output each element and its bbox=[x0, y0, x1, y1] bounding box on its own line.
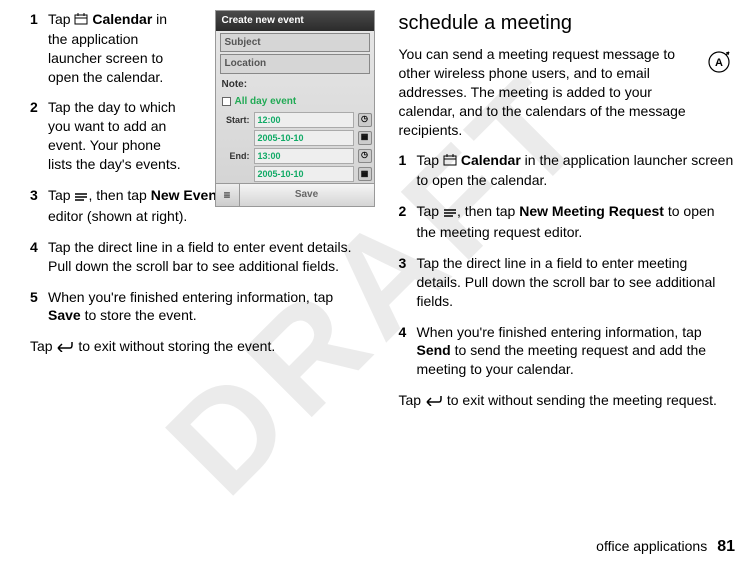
right-exit-note: Tap to exit without sending the meeting … bbox=[399, 391, 736, 411]
step-text: Tap the day to which you want to add an … bbox=[48, 98, 185, 174]
step-number: 5 bbox=[30, 288, 48, 326]
phone-bottom-bar: ≡ Save bbox=[216, 183, 374, 206]
bold-label: Calendar bbox=[92, 11, 152, 27]
left-step-1: 1 Tap Calendar in the application launch… bbox=[30, 10, 185, 86]
left-step-4: 4 Tap the direct line in a field to ente… bbox=[30, 238, 367, 276]
start-label: Start: bbox=[218, 114, 250, 126]
end-date-field[interactable]: 2005-10-10 bbox=[254, 166, 354, 182]
phone-menu-button[interactable]: ≡ bbox=[216, 184, 240, 206]
bold-label: Send bbox=[417, 342, 451, 358]
text-mid: , then tap bbox=[457, 203, 519, 219]
text-pre: Tap bbox=[48, 11, 74, 27]
end-time-field[interactable]: 13:00 bbox=[254, 148, 354, 164]
phone-screenshot: Create new event Subject Location Note: … bbox=[215, 10, 375, 207]
subject-field[interactable]: Subject bbox=[220, 33, 370, 53]
clock-icon[interactable]: ◷ bbox=[358, 113, 372, 127]
feature-badge: A bbox=[707, 50, 731, 74]
menu-icon bbox=[443, 204, 457, 223]
bold-label: Calendar bbox=[461, 152, 521, 168]
badge-letter: A bbox=[715, 57, 723, 69]
step-number: 2 bbox=[30, 98, 48, 174]
left-step-5: 5 When you're finished entering informat… bbox=[30, 288, 367, 326]
left-top-text: 1 Tap Calendar in the application launch… bbox=[30, 10, 185, 174]
note-label: Note: bbox=[216, 76, 374, 94]
left-step-2: 2 Tap the day to which you want to add a… bbox=[30, 98, 185, 174]
step-number: 4 bbox=[30, 238, 48, 276]
start-time-field[interactable]: 12:00 bbox=[254, 112, 354, 128]
calendar-icon[interactable]: ▦ bbox=[358, 167, 372, 181]
phone-titlebar: Create new event bbox=[216, 11, 374, 31]
intro-paragraph: You can send a meeting request message t… bbox=[399, 45, 736, 139]
clock-icon[interactable]: ◷ bbox=[358, 149, 372, 163]
text-pre: Tap bbox=[417, 152, 443, 168]
start-date-field[interactable]: 2005-10-10 bbox=[254, 130, 354, 146]
back-icon bbox=[56, 338, 74, 357]
page-content: 1 Tap Calendar in the application launch… bbox=[0, 0, 755, 423]
save-button[interactable]: Save bbox=[240, 184, 374, 206]
start-time-row: Start: 12:00 ◷ bbox=[216, 111, 374, 129]
right-step-4: 4 When you're finished entering informat… bbox=[399, 323, 736, 380]
step-text: When you're finished entering informatio… bbox=[417, 323, 736, 380]
text-mid: , then tap bbox=[88, 187, 150, 203]
section-heading: schedule a meeting bbox=[399, 10, 736, 37]
step-number: 2 bbox=[399, 202, 417, 242]
text-post: to store the event. bbox=[81, 307, 197, 323]
start-date-row: 2005-10-10 ▦ bbox=[216, 129, 374, 147]
text-pre: When you're finished entering informatio… bbox=[48, 289, 333, 305]
allday-row[interactable]: All day event bbox=[216, 93, 374, 111]
calendar-icon[interactable]: ▦ bbox=[358, 131, 372, 145]
step-number: 3 bbox=[399, 254, 417, 311]
step-text: Tap Calendar in the application launcher… bbox=[417, 151, 736, 190]
text-post: to send the meeting request and add the … bbox=[417, 342, 707, 377]
text-pre: Tap bbox=[417, 203, 443, 219]
right-step-1: 1 Tap Calendar in the application launch… bbox=[399, 151, 736, 190]
location-field[interactable]: Location bbox=[220, 54, 370, 74]
step-text: Tap , then tap New Meeting Request to op… bbox=[417, 202, 736, 242]
left-exit-note: Tap to exit without storing the event. bbox=[30, 337, 367, 357]
left-top-wrap: 1 Tap Calendar in the application launch… bbox=[30, 10, 367, 174]
step-text: Tap Calendar in the application launcher… bbox=[48, 10, 185, 86]
end-label: End: bbox=[218, 150, 250, 162]
right-step-3: 3 Tap the direct line in a field to ente… bbox=[399, 254, 736, 311]
right-column: schedule a meeting A You can send a meet… bbox=[399, 10, 736, 423]
page-number: 81 bbox=[717, 538, 735, 556]
right-step-2: 2 Tap , then tap New Meeting Request to … bbox=[399, 202, 736, 242]
step-text: Tap the direct line in a field to enter … bbox=[48, 238, 367, 276]
allday-checkbox[interactable] bbox=[222, 97, 231, 106]
end-date-row: 2005-10-10 ▦ bbox=[216, 165, 374, 183]
back-icon bbox=[425, 392, 443, 411]
bold-label: New Event bbox=[151, 187, 222, 203]
bold-label: New Meeting Request bbox=[519, 203, 664, 219]
text-pre: Tap bbox=[399, 392, 425, 408]
step-text: When you're finished entering informatio… bbox=[48, 288, 367, 326]
text-post: to exit without storing the event. bbox=[74, 338, 275, 354]
text-pre: Tap bbox=[48, 187, 74, 203]
text-pre: Tap bbox=[30, 338, 56, 354]
left-column: 1 Tap Calendar in the application launch… bbox=[30, 10, 367, 423]
menu-icon bbox=[74, 188, 88, 207]
step-number: 3 bbox=[30, 186, 48, 226]
text-post: to exit without sending the meeting requ… bbox=[443, 392, 717, 408]
footer-section: office applications bbox=[596, 538, 707, 554]
bold-label: Save bbox=[48, 307, 81, 323]
step-text: Tap the direct line in a field to enter … bbox=[417, 254, 736, 311]
step-number: 1 bbox=[30, 10, 48, 86]
end-time-row: End: 13:00 ◷ bbox=[216, 147, 374, 165]
step-number: 1 bbox=[399, 151, 417, 190]
allday-label: All day event bbox=[235, 95, 297, 109]
calendar-app-icon bbox=[443, 152, 457, 171]
page-footer: office applications 81 bbox=[596, 538, 735, 556]
step-number: 4 bbox=[399, 323, 417, 380]
text-pre: When you're finished entering informatio… bbox=[417, 324, 702, 340]
calendar-app-icon bbox=[74, 11, 88, 30]
